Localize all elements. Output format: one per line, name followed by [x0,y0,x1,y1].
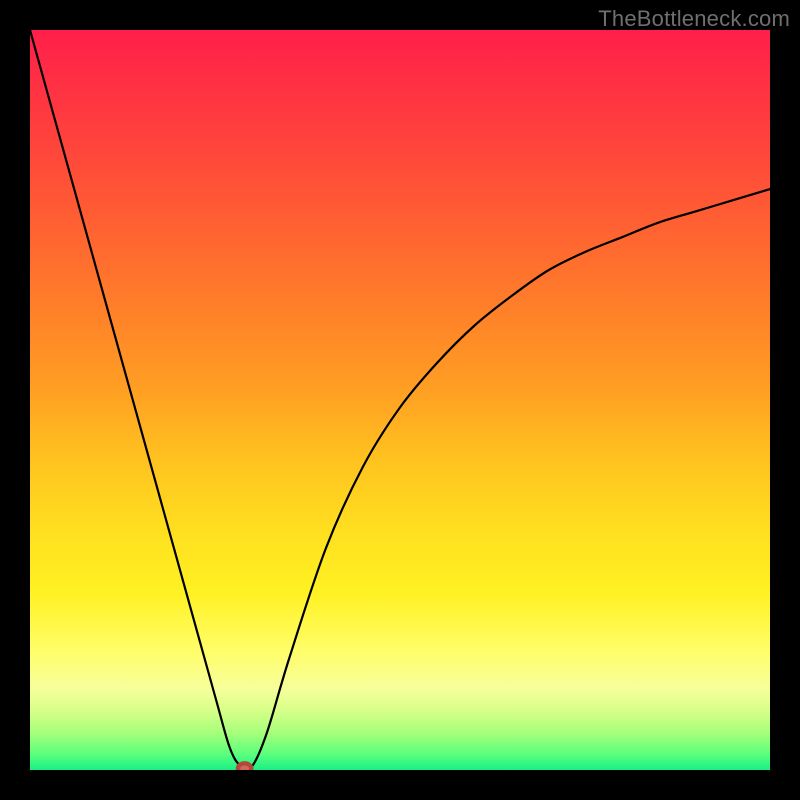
plot-area [30,30,770,770]
chart-frame: TheBottleneck.com [0,0,800,800]
curve-svg [30,30,770,770]
watermark-text: TheBottleneck.com [598,6,790,32]
optimum-marker [238,763,251,770]
bottleneck-curve [30,30,770,770]
